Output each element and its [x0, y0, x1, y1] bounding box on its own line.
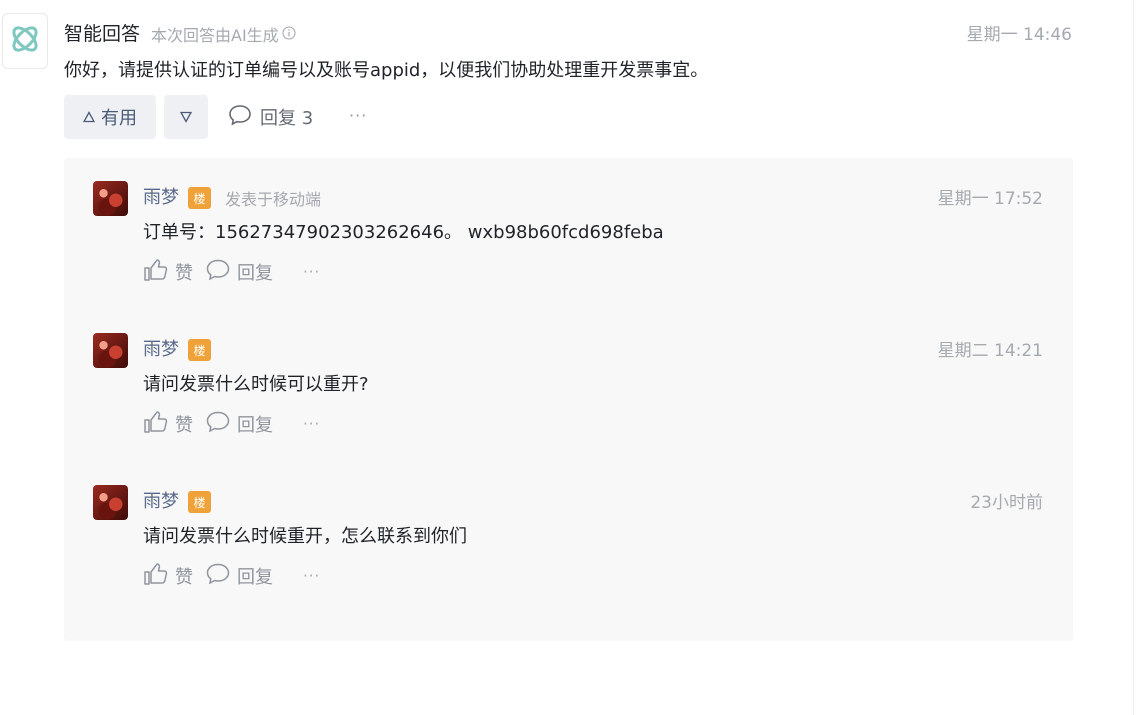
- thumbs-up-icon: [143, 562, 169, 591]
- like-button[interactable]: 赞: [143, 258, 193, 287]
- ai-generated-note: 本次回答由AI生成: [151, 22, 296, 46]
- reply-button[interactable]: 回复: [205, 562, 273, 591]
- reply-text: 请问发票什么时候重开，怎么联系到你们: [143, 526, 467, 547]
- info-circle-icon[interactable]: [282, 25, 296, 44]
- reply-more-button[interactable]: ···: [303, 415, 320, 433]
- avatar[interactable]: [93, 485, 128, 520]
- ai-note-text: 本次回答由AI生成: [151, 26, 279, 45]
- reply-timestamp: 星期二 14:21: [937, 341, 1043, 361]
- reply-button[interactable]: 回复: [205, 410, 273, 439]
- avatar[interactable]: [93, 181, 128, 216]
- reply-label: 回复: [237, 263, 273, 284]
- useful-button[interactable]: 有用: [64, 95, 156, 139]
- thumbs-up-icon: [143, 410, 169, 439]
- floor-badge: 楼: [188, 339, 211, 361]
- reply-item: 雨梦 楼 星期二 14:21 请问发票什么时候可以重开? 赞 回复 ···: [64, 310, 1073, 440]
- reply-more-button[interactable]: ···: [303, 263, 320, 281]
- page-divider: [1133, 0, 1134, 715]
- not-useful-button[interactable]: [164, 95, 208, 139]
- reply-actions: 赞 回复 ···: [143, 410, 320, 438]
- reply-item: 雨梦 楼 23小时前 请问发票什么时候重开，怎么联系到你们 赞 回复 ···: [64, 462, 1073, 592]
- answer-body: 你好，请提供认证的订单编号以及账号appid，以便我们协助处理重开发票事宜。: [64, 60, 709, 81]
- reply-item: 雨梦 楼 发表于移动端 星期一 17:52 订单号：15627347902303…: [64, 158, 1073, 288]
- comment-bubble-icon: [205, 258, 231, 287]
- floor-badge: 楼: [188, 491, 211, 513]
- like-label: 赞: [175, 263, 193, 284]
- reply-count-label: 回复 3: [260, 108, 314, 129]
- reply-actions: 赞 回复 ···: [143, 258, 320, 286]
- reply-label: 回复: [237, 567, 273, 588]
- floor-badge: 楼: [188, 187, 211, 209]
- reply-author[interactable]: 雨梦: [143, 183, 179, 209]
- ai-avatar: [2, 13, 48, 69]
- reply-author[interactable]: 雨梦: [143, 335, 179, 361]
- reply-timestamp: 23小时前: [970, 493, 1043, 513]
- replies-panel: 雨梦 楼 发表于移动端 星期一 17:52 订单号：15627347902303…: [64, 158, 1073, 641]
- thumbs-up-icon: [143, 258, 169, 287]
- triangle-up-icon: [82, 107, 96, 128]
- useful-label: 有用: [101, 108, 137, 129]
- like-button[interactable]: 赞: [143, 562, 193, 591]
- comment-bubble-icon: [205, 410, 231, 439]
- reply-actions: 赞 回复 ···: [143, 562, 320, 590]
- reply-more-button[interactable]: ···: [303, 567, 320, 585]
- like-label: 赞: [175, 415, 193, 436]
- reply-text: 订单号：1562734790230326264​6。 wxb98b60fcd69…: [143, 222, 664, 243]
- like-label: 赞: [175, 567, 193, 588]
- reply-button[interactable]: 回复: [205, 258, 273, 287]
- comment-bubble-icon: [205, 562, 231, 591]
- reply-text: 请问发票什么时候可以重开?: [143, 374, 369, 395]
- ai-logo-icon: [8, 22, 42, 60]
- reply-timestamp: 星期一 17:52: [937, 189, 1043, 209]
- reply-label: 回复: [237, 415, 273, 436]
- answer-timestamp: 星期一 14:46: [966, 25, 1072, 45]
- more-options-button[interactable]: ···: [349, 106, 367, 125]
- like-button[interactable]: 赞: [143, 410, 193, 439]
- reply-count-button[interactable]: 回复 3: [228, 102, 313, 132]
- triangle-down-icon: [179, 108, 193, 127]
- reply-author[interactable]: 雨梦: [143, 487, 179, 513]
- posted-from-label: 发表于移动端: [225, 190, 322, 209]
- answer-author: 智能回答: [64, 23, 141, 45]
- comment-bubble-icon: [228, 104, 252, 131]
- avatar[interactable]: [93, 333, 128, 368]
